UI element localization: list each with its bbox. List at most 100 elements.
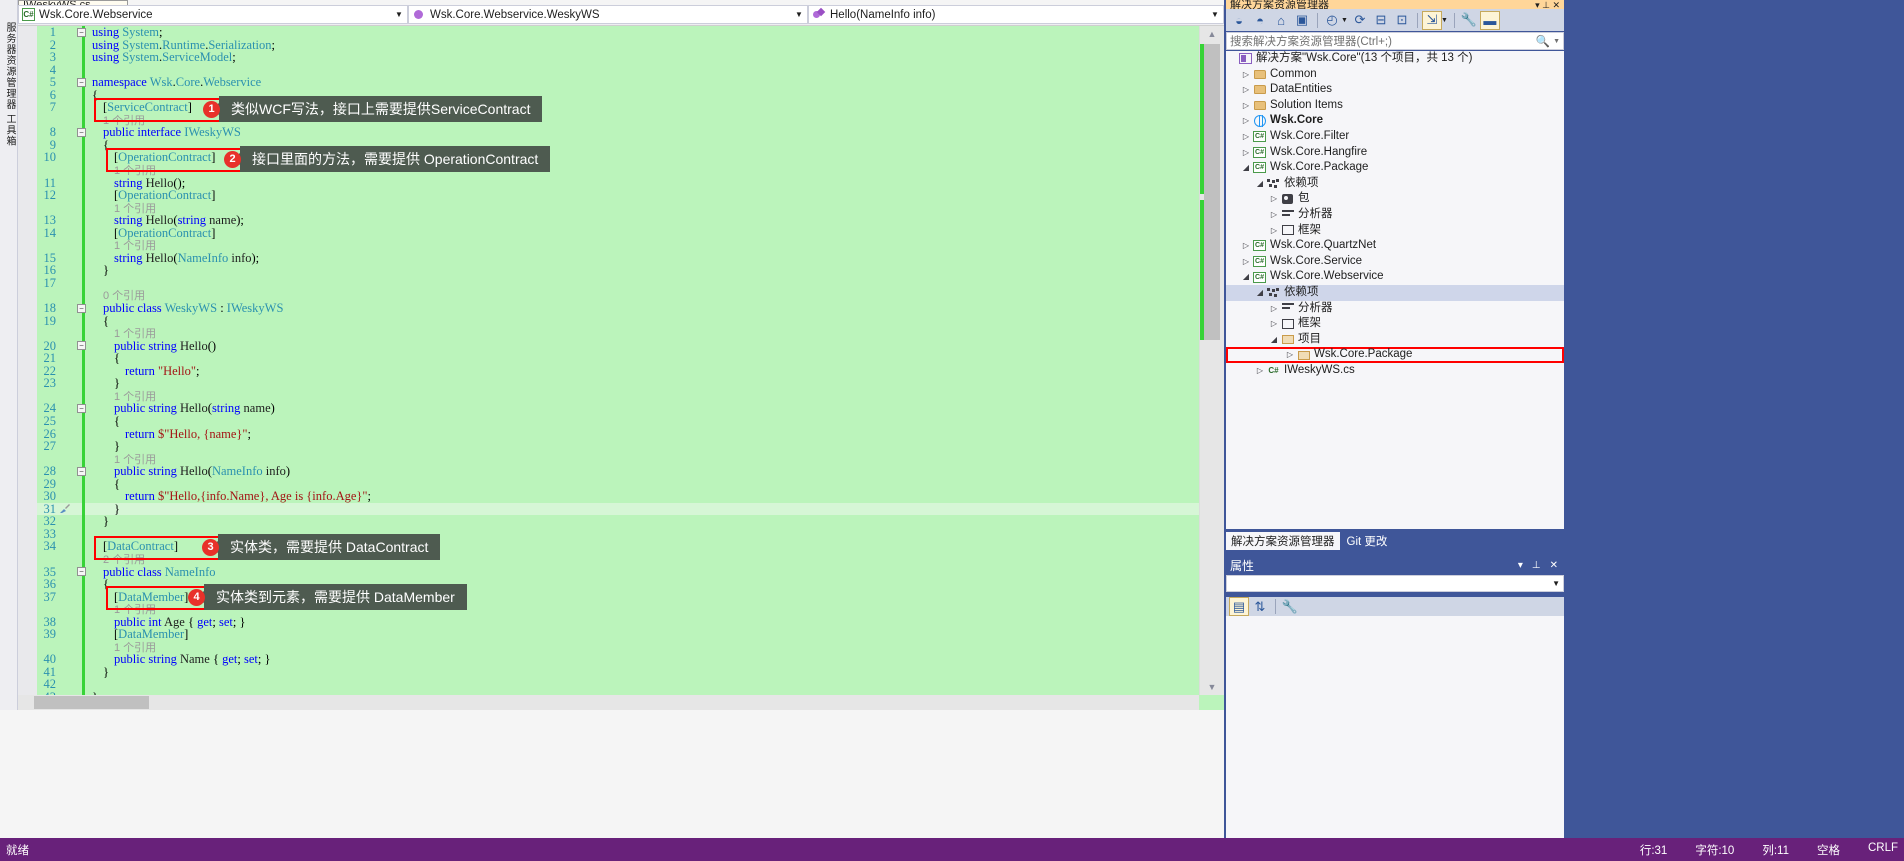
code-line[interactable]: 22 return "Hello"; bbox=[37, 364, 1199, 378]
tree-item[interactable]: ▷ C# Wsk.Core.QuartzNet bbox=[1226, 238, 1564, 254]
sync-with-active-document-icon[interactable]: ▣ bbox=[1292, 11, 1312, 30]
editor-vertical-scrollbar[interactable]: ▲ ▼ bbox=[1199, 26, 1224, 695]
refresh-icon[interactable]: ⟳ bbox=[1350, 11, 1370, 30]
code-line[interactable]: 12 [OperationContract] bbox=[37, 189, 1199, 202]
preview-selected-items-icon[interactable]: ▬ bbox=[1479, 10, 1500, 30]
tree-item[interactable]: ◢ 项目 bbox=[1226, 332, 1564, 348]
tab-git-changes[interactable]: Git 更改 bbox=[1341, 532, 1393, 550]
expand-arrow-closed-icon[interactable]: ▷ bbox=[1254, 363, 1266, 379]
code-line[interactable]: 35− public class NameInfo bbox=[37, 565, 1199, 579]
code-line[interactable]: 21{ bbox=[37, 352, 1199, 365]
chevron-down-icon[interactable]: ▾ bbox=[1518, 560, 1523, 571]
expand-arrow-open-icon[interactable]: ◢ bbox=[1254, 285, 1266, 301]
expand-arrow-closed-icon[interactable]: ▷ bbox=[1268, 191, 1280, 207]
tree-item[interactable]: ▷ 分析器 bbox=[1226, 301, 1564, 317]
forward-arrow-icon[interactable]: ◓ bbox=[1250, 11, 1270, 30]
navbar-project-dropdown[interactable]: C# Wsk.Core.Webservice ▼ bbox=[18, 5, 408, 24]
tree-item[interactable]: ▷ C# Wsk.Core.Service bbox=[1226, 254, 1564, 270]
show-all-files-icon[interactable]: ⊡ bbox=[1392, 11, 1412, 30]
property-pages-wrench-icon[interactable]: 🔧 bbox=[1280, 597, 1300, 616]
code-line[interactable]: 40 public string Name { get; set; } bbox=[37, 653, 1199, 666]
chevron-down-icon[interactable]: ▼ bbox=[793, 10, 805, 19]
tree-item[interactable]: ▷ Wsk.Core bbox=[1226, 113, 1564, 129]
chevron-down-icon[interactable]: ▼ bbox=[393, 10, 405, 19]
code-line[interactable]: 42 bbox=[37, 678, 1199, 691]
back-arrow-icon[interactable]: ◒ bbox=[1229, 11, 1249, 30]
code-line[interactable]: 38 public int Age { get; set; } bbox=[37, 615, 1199, 629]
code-line[interactable]: 28− public string Hello(NameInfo info) bbox=[37, 465, 1199, 478]
properties-window-controls[interactable]: ▾ ⊥ ✕ bbox=[1518, 560, 1564, 571]
scroll-down-icon[interactable]: ▼ bbox=[1204, 679, 1220, 695]
scroll-up-icon[interactable]: ▲ bbox=[1204, 26, 1220, 42]
code-line[interactable]: 1 个引用 bbox=[37, 164, 1199, 177]
expand-arrow-closed-icon[interactable]: ▷ bbox=[1240, 238, 1252, 254]
expand-arrow-closed-icon[interactable]: ▷ bbox=[1268, 316, 1280, 332]
expand-arrow-open-icon[interactable]: ◢ bbox=[1254, 176, 1266, 192]
code-line[interactable]: 19{ bbox=[37, 314, 1199, 328]
tree-item[interactable]: ▷ 包 bbox=[1226, 191, 1564, 207]
code-line[interactable]: 1 个引用 bbox=[37, 327, 1199, 340]
code-line[interactable]: 14 [OperationContract] bbox=[37, 226, 1199, 240]
vertical-scroll-thumb[interactable] bbox=[1204, 44, 1220, 340]
solution-explorer-search-box[interactable]: 搜索解决方案资源管理器(Ctrl+;) 🔍 ▼ bbox=[1226, 32, 1564, 50]
tree-item[interactable]: ▷ 分析器 bbox=[1226, 207, 1564, 223]
tree-item[interactable]: ◢ 依赖项 bbox=[1226, 176, 1564, 192]
expand-arrow-closed-icon[interactable]: ▷ bbox=[1240, 82, 1252, 98]
properties-wrench-icon[interactable]: 🔧 bbox=[1459, 11, 1479, 30]
tree-item[interactable]: ▷ C# IWeskyWS.cs bbox=[1226, 363, 1564, 379]
alphabetical-sort-icon[interactable]: ⇅ bbox=[1250, 597, 1270, 616]
left-tool-strip[interactable]: 服务器资源管理器 工具箱 bbox=[0, 0, 18, 710]
expand-arrow-closed-icon[interactable]: ▷ bbox=[1268, 207, 1280, 223]
code-line[interactable]: 24− public string Hello(string name) bbox=[37, 402, 1199, 415]
tree-item[interactable]: ▷ C# Wsk.Core.Filter bbox=[1226, 129, 1564, 145]
tab-solution-explorer[interactable]: 解决方案资源管理器 bbox=[1226, 532, 1340, 550]
solution-explorer-tree[interactable]: 解决方案"Wsk.Core"(13 个项目，共 13 个) ▷ Common ▷ Dat… bbox=[1226, 51, 1564, 529]
code-line[interactable]: 20− public string Hello() bbox=[37, 339, 1199, 353]
tree-item[interactable]: ◢ 依赖项 bbox=[1226, 284, 1564, 301]
code-editor[interactable]: 1− using System; 2 using System.Runtime.Ser… bbox=[18, 25, 1224, 710]
chevron-down-icon[interactable]: ▼ bbox=[1209, 10, 1221, 19]
tree-item[interactable]: ▷ Common bbox=[1226, 67, 1564, 83]
home-icon[interactable]: ⌂ bbox=[1271, 11, 1291, 30]
expand-arrow-closed-icon[interactable]: ▷ bbox=[1240, 113, 1252, 129]
code-line[interactable]: 23} bbox=[37, 377, 1199, 390]
horizontal-scroll-thumb[interactable] bbox=[34, 696, 149, 709]
code-line[interactable]: 26 return $"Hello, {name}"; bbox=[37, 427, 1199, 441]
tree-item[interactable]: ◢ C# Wsk.Core.Webservice bbox=[1226, 269, 1564, 285]
code-line[interactable]: 3 using System.ServiceModel; bbox=[37, 51, 1199, 64]
expand-arrow-closed-icon[interactable]: ▷ bbox=[1240, 129, 1252, 145]
left-tool-strip-label[interactable]: 服务器资源管理器 工具箱 bbox=[0, 0, 19, 147]
expand-arrow-closed-icon[interactable]: ▷ bbox=[1240, 98, 1252, 114]
expand-arrow-closed-icon[interactable]: ▷ bbox=[1240, 145, 1252, 161]
code-line[interactable]: 27} bbox=[37, 440, 1199, 453]
expand-arrow-open-icon[interactable]: ◢ bbox=[1240, 269, 1252, 285]
navbar-type-dropdown[interactable]: Wsk.Core.Webservice.WeskyWS ▼ bbox=[408, 5, 808, 24]
tree-item[interactable]: ▷ DataEntities bbox=[1226, 82, 1564, 98]
code-line[interactable]: 8− public interface IWeskyWS bbox=[37, 126, 1199, 139]
code-line[interactable]: 18− public class WeskyWS : IWeskyWS bbox=[37, 302, 1199, 315]
expand-arrow-closed-icon[interactable]: ▷ bbox=[1268, 301, 1280, 317]
code-line[interactable]: 30 return $"Hello,{info.Name}, Age is {in… bbox=[37, 490, 1199, 503]
chevron-down-icon[interactable]: ▼ bbox=[1552, 579, 1560, 588]
expand-arrow-closed-icon[interactable]: ▷ bbox=[1284, 347, 1296, 363]
chevron-down-icon[interactable]: ▼ bbox=[1341, 17, 1348, 24]
code-line[interactable]: 32} bbox=[37, 515, 1199, 528]
pending-changes-icon[interactable]: ◴ bbox=[1322, 11, 1342, 30]
code-line[interactable]: 41} bbox=[37, 666, 1199, 679]
expand-arrow-closed-icon[interactable]: ▷ bbox=[1240, 254, 1252, 270]
code-line[interactable]: 39 [DataMember] bbox=[37, 628, 1199, 641]
properties-object-dropdown[interactable]: ▼ bbox=[1226, 575, 1564, 592]
collapse-all-icon[interactable]: ⊟ bbox=[1371, 11, 1391, 30]
view-options-icon[interactable]: ⇲ bbox=[1421, 10, 1442, 30]
code-line[interactable]: 13 string Hello(string name); bbox=[37, 214, 1199, 227]
code-line[interactable]: 5− namespace Wsk.Core.Webservice bbox=[37, 76, 1199, 89]
search-icon[interactable]: 🔍 bbox=[1536, 34, 1550, 48]
expand-arrow-open-icon[interactable]: ◢ bbox=[1240, 160, 1252, 176]
tree-item[interactable]: ▷ C# Wsk.Core.Hangfire bbox=[1226, 145, 1564, 161]
tree-item[interactable]: ◢ C# Wsk.Core.Package bbox=[1226, 160, 1564, 176]
tree-item[interactable]: ▷ Wsk.Core.Package bbox=[1226, 347, 1564, 363]
editor-horizontal-scrollbar[interactable] bbox=[18, 695, 1199, 710]
code-line[interactable]: 16} bbox=[37, 264, 1199, 277]
code-line[interactable]: 31} bbox=[37, 503, 1199, 516]
close-icon[interactable]: ✕ bbox=[1550, 560, 1558, 571]
